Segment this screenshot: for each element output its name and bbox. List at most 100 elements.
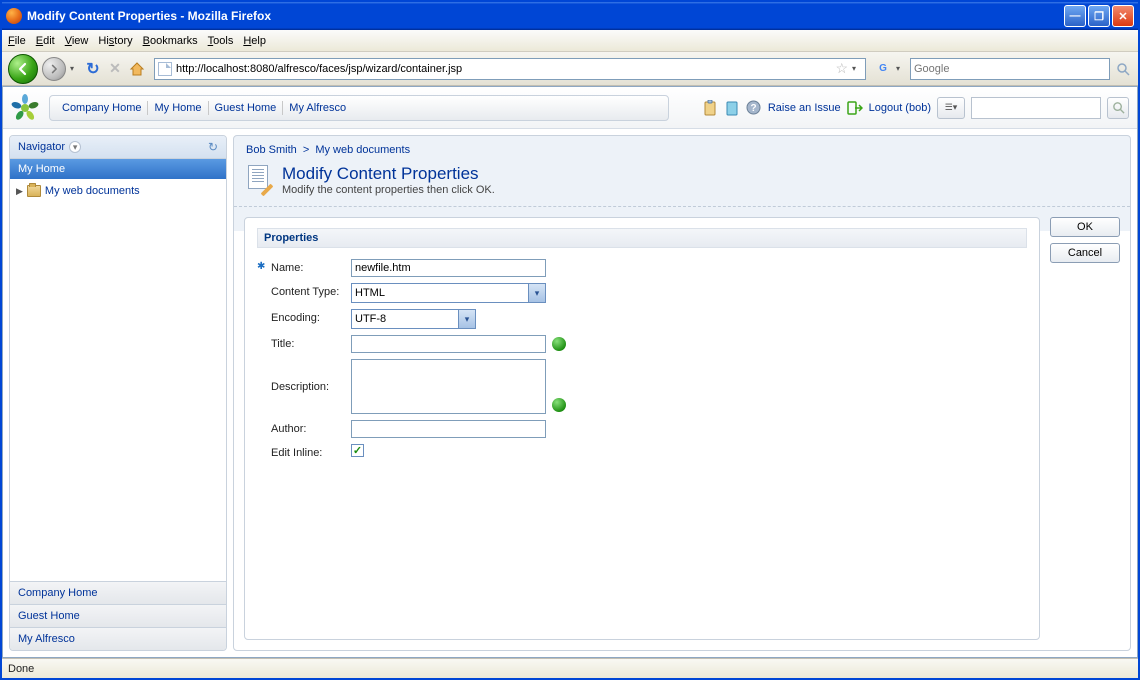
search-engine-dropdown[interactable]: ▾ [896, 64, 906, 73]
input-author[interactable] [351, 420, 546, 438]
raise-issue-link[interactable]: Raise an Issue [768, 102, 841, 114]
nav-company-home[interactable]: Company Home [56, 98, 147, 118]
sidebar-collapse[interactable]: ▾ [69, 141, 81, 153]
clipboard-icon[interactable] [702, 100, 718, 116]
alfresco-logo [11, 94, 39, 122]
arrow-right-icon [49, 64, 59, 74]
sidebar-title: Navigator [18, 141, 65, 153]
sidebar-link-my-alfresco[interactable]: My Alfresco [10, 627, 226, 650]
breadcrumb: Bob Smith > My web documents [234, 136, 1130, 160]
main-panel: Bob Smith > My web documents Modify Cont… [233, 135, 1131, 651]
page-header-icon [246, 164, 274, 192]
app-search-input[interactable] [971, 97, 1101, 119]
select-content-type[interactable]: HTML [351, 283, 546, 303]
close-button[interactable]: ✕ [1112, 5, 1134, 27]
menu-help[interactable]: Help [243, 35, 266, 47]
menu-view[interactable]: View [65, 35, 89, 47]
label-author: Author: [271, 420, 351, 435]
label-encoding: Encoding: [271, 309, 351, 324]
firefox-icon [6, 8, 22, 24]
label-name: Name: [271, 259, 351, 274]
user-icon[interactable] [724, 100, 740, 116]
page-title: Modify Content Properties [282, 164, 495, 184]
minimize-button[interactable]: — [1064, 5, 1086, 27]
url-dropdown[interactable]: ▾ [852, 64, 862, 73]
sidebar-selected[interactable]: My Home [10, 159, 226, 179]
properties-panel: Properties ✱ Name: Content Type: HTML [244, 217, 1040, 640]
help-icon[interactable]: ? [746, 100, 762, 116]
select-encoding[interactable]: UTF-8 [351, 309, 476, 329]
action-buttons: OK Cancel [1050, 217, 1120, 640]
breadcrumb-item[interactable]: My web documents [315, 144, 410, 156]
cancel-button[interactable]: Cancel [1050, 243, 1120, 263]
maximize-button[interactable]: ❐ [1088, 5, 1110, 27]
tree-item-my-web-documents[interactable]: ▶ My web documents [16, 183, 220, 199]
ok-button[interactable]: OK [1050, 217, 1120, 237]
section-title: Properties [257, 228, 1027, 248]
sidebar-link-guest-home[interactable]: Guest Home [10, 604, 226, 627]
search-bar[interactable] [910, 58, 1110, 80]
menu-tools[interactable]: Tools [208, 35, 234, 47]
menu-file[interactable]: File [8, 35, 26, 47]
folder-icon [27, 185, 41, 197]
url-input[interactable] [176, 63, 831, 75]
status-text: Done [8, 663, 34, 675]
label-description: Description: [271, 359, 351, 393]
view-selector[interactable]: ☰▾ [937, 97, 965, 119]
home-button[interactable] [128, 60, 146, 78]
menu-history[interactable]: History [98, 35, 132, 47]
toolbar: ▾ ↻ ✕ ☆ ▾ G ▾ [2, 52, 1138, 86]
globe-icon[interactable] [552, 398, 566, 412]
page-icon [158, 62, 172, 76]
required-icon: ✱ [257, 259, 271, 272]
page-header: Modify Content Properties Modify the con… [234, 160, 1130, 207]
logout-link[interactable]: Logout (bob) [869, 102, 931, 114]
search-input[interactable] [914, 63, 1106, 75]
arrow-left-icon [16, 62, 30, 76]
nav-my-home[interactable]: My Home [148, 98, 207, 118]
app-nav: Company Home My Home Guest Home My Alfre… [49, 95, 669, 121]
sidebar: Navigator ▾ ↻ My Home ▶ My web documents… [9, 135, 227, 651]
input-name[interactable] [351, 259, 546, 277]
magnify-icon [1112, 101, 1125, 114]
history-dropdown[interactable]: ▾ [70, 64, 80, 73]
page-subtitle: Modify the content properties then click… [282, 184, 495, 196]
statusbar: Done [2, 658, 1138, 678]
label-edit-inline: Edit Inline: [271, 444, 351, 459]
app-topbar: Company Home My Home Guest Home My Alfre… [3, 87, 1137, 129]
bookmark-star-icon[interactable]: ☆ [835, 60, 848, 77]
menu-bookmarks[interactable]: Bookmarks [143, 35, 198, 47]
tree-expand-icon[interactable]: ▶ [16, 186, 23, 197]
checkbox-edit-inline[interactable]: ✓ [351, 444, 364, 457]
search-engine-icon[interactable]: G [874, 60, 892, 78]
logout-icon [847, 100, 863, 116]
app-body: Navigator ▾ ↻ My Home ▶ My web documents… [3, 129, 1137, 657]
sidebar-header: Navigator ▾ ↻ [10, 136, 226, 159]
input-description[interactable] [351, 359, 546, 414]
forward-button[interactable] [42, 57, 66, 81]
nav-my-alfresco[interactable]: My Alfresco [283, 98, 352, 118]
menu-edit[interactable]: Edit [36, 35, 55, 47]
label-title: Title: [271, 335, 351, 350]
nav-guest-home[interactable]: Guest Home [209, 98, 283, 118]
reload-button[interactable]: ↻ [84, 60, 102, 78]
search-go-button[interactable] [1114, 60, 1132, 78]
app-search-button[interactable] [1107, 97, 1129, 119]
sidebar-refresh-icon[interactable]: ↻ [208, 140, 218, 154]
window-title: Modify Content Properties - Mozilla Fire… [27, 9, 1064, 23]
page-content: Company Home My Home Guest Home My Alfre… [2, 86, 1138, 658]
stop-button[interactable]: ✕ [106, 60, 124, 78]
menubar: File Edit View History Bookmarks Tools H… [2, 30, 1138, 52]
svg-text:?: ? [751, 103, 757, 114]
input-title[interactable] [351, 335, 546, 353]
titlebar: Modify Content Properties - Mozilla Fire… [2, 2, 1138, 30]
url-bar[interactable]: ☆ ▾ [154, 58, 866, 80]
back-button[interactable] [8, 54, 38, 84]
browser-window: Modify Content Properties - Mozilla Fire… [0, 0, 1140, 680]
sidebar-link-company-home[interactable]: Company Home [10, 581, 226, 604]
tree-item-label: My web documents [45, 185, 140, 197]
magnify-icon [1116, 62, 1130, 76]
breadcrumb-item[interactable]: Bob Smith [246, 144, 297, 156]
globe-icon[interactable] [552, 337, 566, 351]
label-content-type: Content Type: [271, 283, 351, 298]
